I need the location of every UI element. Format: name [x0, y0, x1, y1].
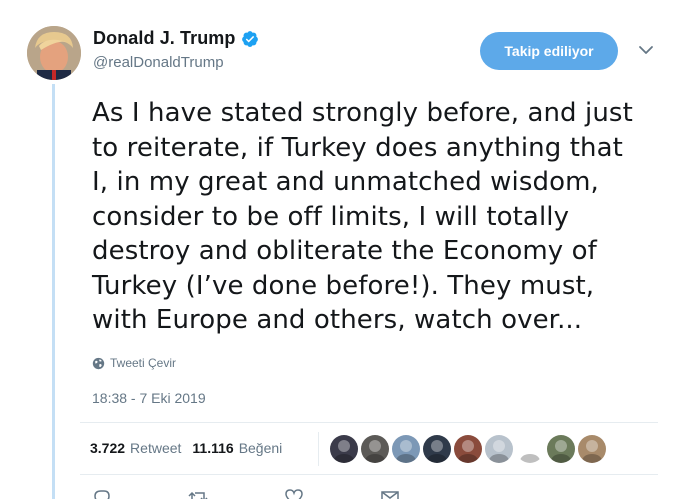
translate-tweet-link[interactable]: Tweeti Çevir [92, 356, 176, 370]
like-icon[interactable] [284, 488, 304, 499]
retweet-label: Retweet [130, 440, 182, 456]
stats-divider [318, 432, 319, 466]
tweet-stats: 3.722 Retweet 11.116 Beğeni [90, 440, 293, 456]
verified-badge-icon [241, 30, 258, 47]
liker-avatar-3[interactable] [392, 435, 420, 463]
divider [80, 422, 658, 423]
liker-avatar-7[interactable] [516, 435, 544, 463]
following-button[interactable]: Takip ediliyor [480, 32, 618, 70]
chevron-down-icon[interactable] [638, 44, 654, 56]
tweet-actions [92, 488, 400, 499]
thread-line [52, 84, 55, 499]
like-count[interactable]: 11.116 Beğeni [192, 440, 282, 456]
author-display-name[interactable]: Donald J. Trump [93, 28, 236, 49]
retweet-count[interactable]: 3.722 Retweet [90, 440, 181, 456]
divider [80, 474, 658, 475]
translate-label: Tweeti Çevir [110, 356, 177, 370]
liker-avatar-1[interactable] [330, 435, 358, 463]
profile-avatar[interactable] [27, 26, 81, 80]
liker-avatars [330, 435, 606, 463]
like-label: Beğeni [238, 440, 283, 456]
liker-avatar-2[interactable] [361, 435, 389, 463]
liker-avatar-9[interactable] [578, 435, 606, 463]
liker-avatar-6[interactable] [485, 435, 513, 463]
retweet-icon[interactable] [188, 488, 208, 499]
direct-message-icon[interactable] [380, 488, 400, 499]
liker-avatar-8[interactable] [547, 435, 575, 463]
liker-avatar-5[interactable] [454, 435, 482, 463]
retweet-number: 3.722 [90, 440, 126, 456]
like-number: 11.116 [192, 440, 234, 456]
globe-icon [92, 357, 105, 369]
author-block: Donald J. Trump @realDonaldTrump [93, 28, 259, 71]
liker-avatar-4[interactable] [423, 435, 451, 463]
author-handle[interactable]: @realDonaldTrump [93, 54, 259, 71]
tweet-text: As I have stated strongly before, and ju… [92, 98, 633, 335]
tweet-timestamp[interactable]: 18:38 - 7 Eki 2019 [92, 390, 206, 406]
reply-icon[interactable] [92, 488, 112, 499]
